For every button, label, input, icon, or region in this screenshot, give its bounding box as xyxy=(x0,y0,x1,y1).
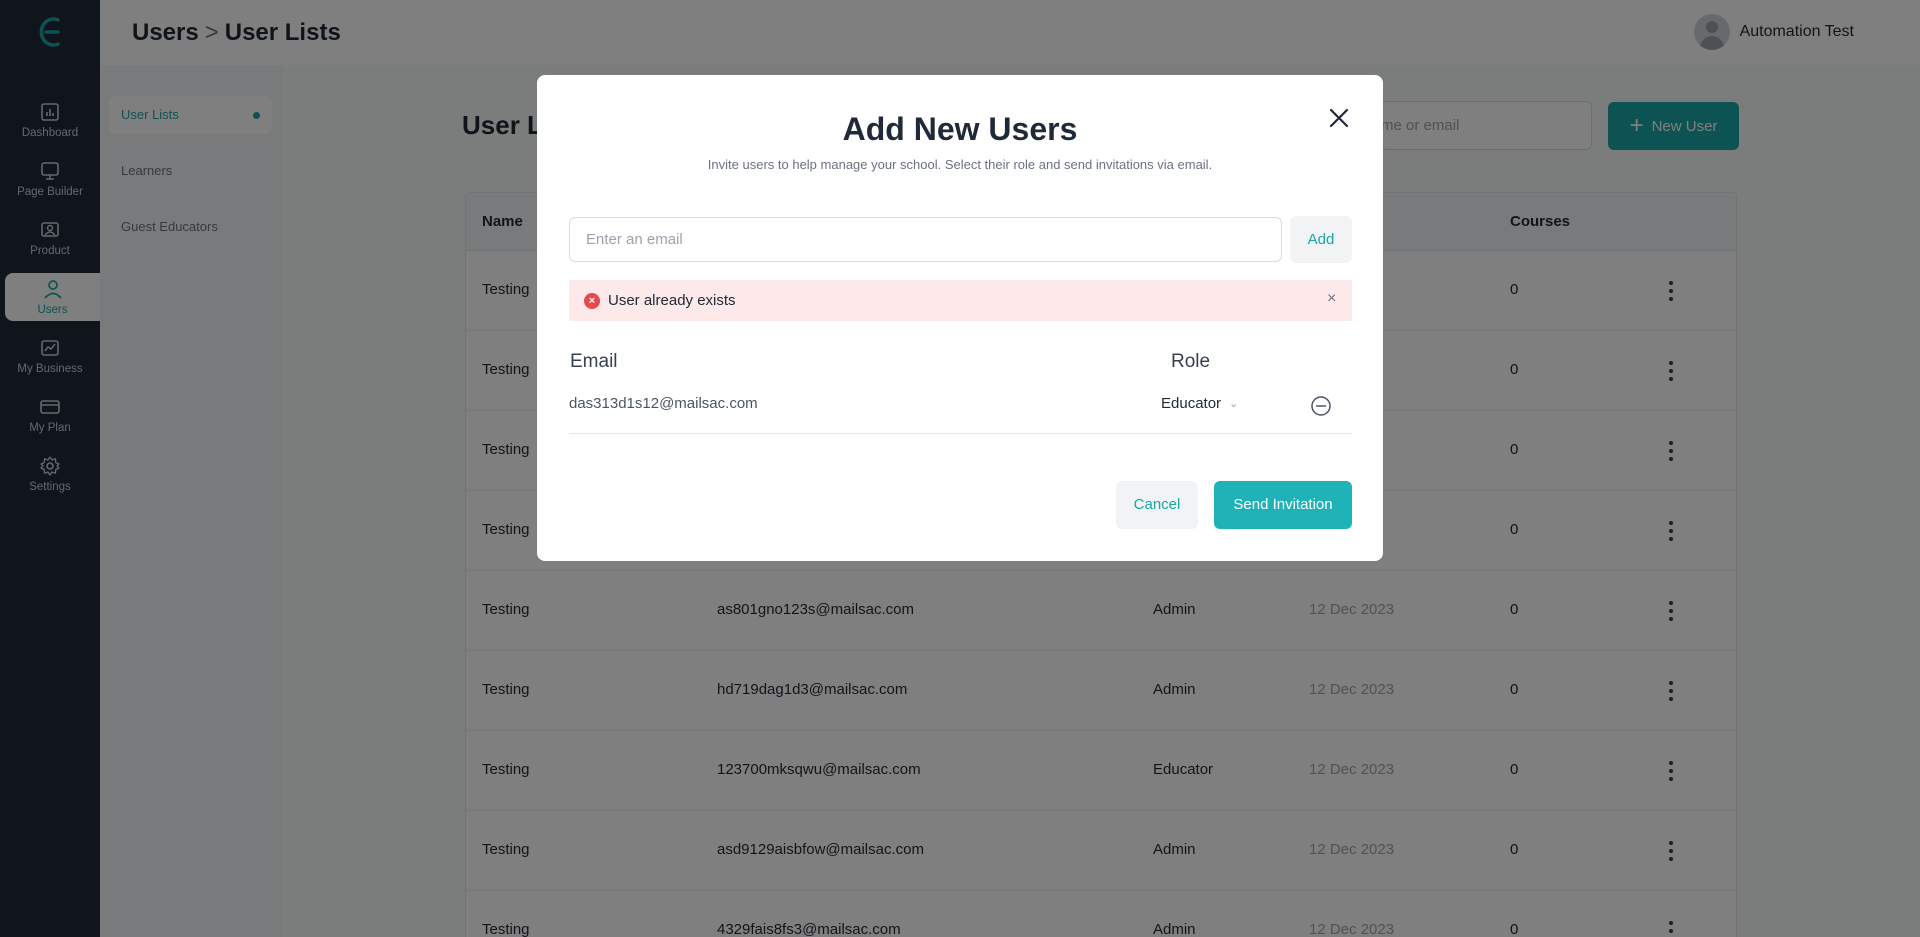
close-icon[interactable] xyxy=(1327,106,1351,130)
modal-title: Add New Users xyxy=(842,111,1078,147)
entry-divider xyxy=(569,433,1352,434)
error-icon: × xyxy=(584,293,600,309)
role-select[interactable]: Educator ⌄ xyxy=(1161,395,1238,412)
alert-message: User already exists xyxy=(608,292,736,309)
remove-circle-icon[interactable] xyxy=(1310,395,1332,417)
cancel-button[interactable]: Cancel xyxy=(1116,481,1198,529)
role-select-value: Educator xyxy=(1161,395,1222,412)
alert-close-icon[interactable]: × xyxy=(1327,290,1336,308)
modal-subtitle: Invite users to help manage your school.… xyxy=(707,157,1213,172)
column-header-role: Role xyxy=(1171,351,1211,372)
add-new-users-modal: Add New Users Invite users to help manag… xyxy=(537,75,1383,561)
column-header-email: Email xyxy=(570,351,618,372)
send-invitation-button[interactable]: Send Invitation xyxy=(1214,481,1352,529)
chevron-down-icon: ⌄ xyxy=(1229,398,1239,410)
error-alert: × User already exists × xyxy=(569,280,1352,321)
invitee-email: das313d1s12@mailsac.com xyxy=(569,395,758,412)
add-email-button[interactable]: Add xyxy=(1290,216,1352,263)
email-field[interactable] xyxy=(569,217,1282,262)
